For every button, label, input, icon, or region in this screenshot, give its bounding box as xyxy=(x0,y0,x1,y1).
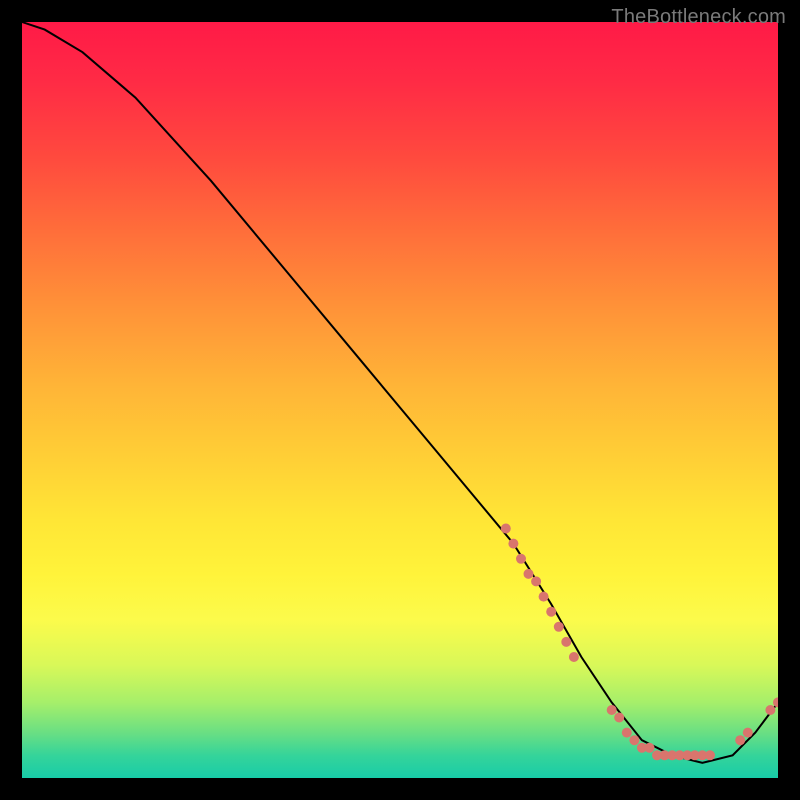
data-point xyxy=(516,554,526,564)
plot-area xyxy=(22,22,778,778)
data-point xyxy=(765,705,775,715)
data-point xyxy=(501,524,511,534)
data-point xyxy=(735,735,745,745)
data-point xyxy=(539,592,549,602)
data-points xyxy=(501,524,778,761)
chart-frame: TheBottleneck.com xyxy=(0,0,800,800)
data-point xyxy=(569,652,579,662)
data-point xyxy=(531,576,541,586)
data-point xyxy=(524,569,534,579)
data-point xyxy=(561,637,571,647)
data-point xyxy=(645,743,655,753)
data-point xyxy=(705,750,715,760)
data-point xyxy=(508,539,518,549)
data-point xyxy=(622,728,632,738)
data-point xyxy=(773,697,778,707)
data-point xyxy=(743,728,753,738)
data-point xyxy=(614,713,624,723)
data-point xyxy=(546,607,556,617)
curve-layer xyxy=(22,22,778,778)
data-point xyxy=(607,705,617,715)
data-point xyxy=(554,622,564,632)
bottleneck-curve xyxy=(22,22,778,763)
watermark-label: TheBottleneck.com xyxy=(611,6,786,29)
data-point xyxy=(629,735,639,745)
